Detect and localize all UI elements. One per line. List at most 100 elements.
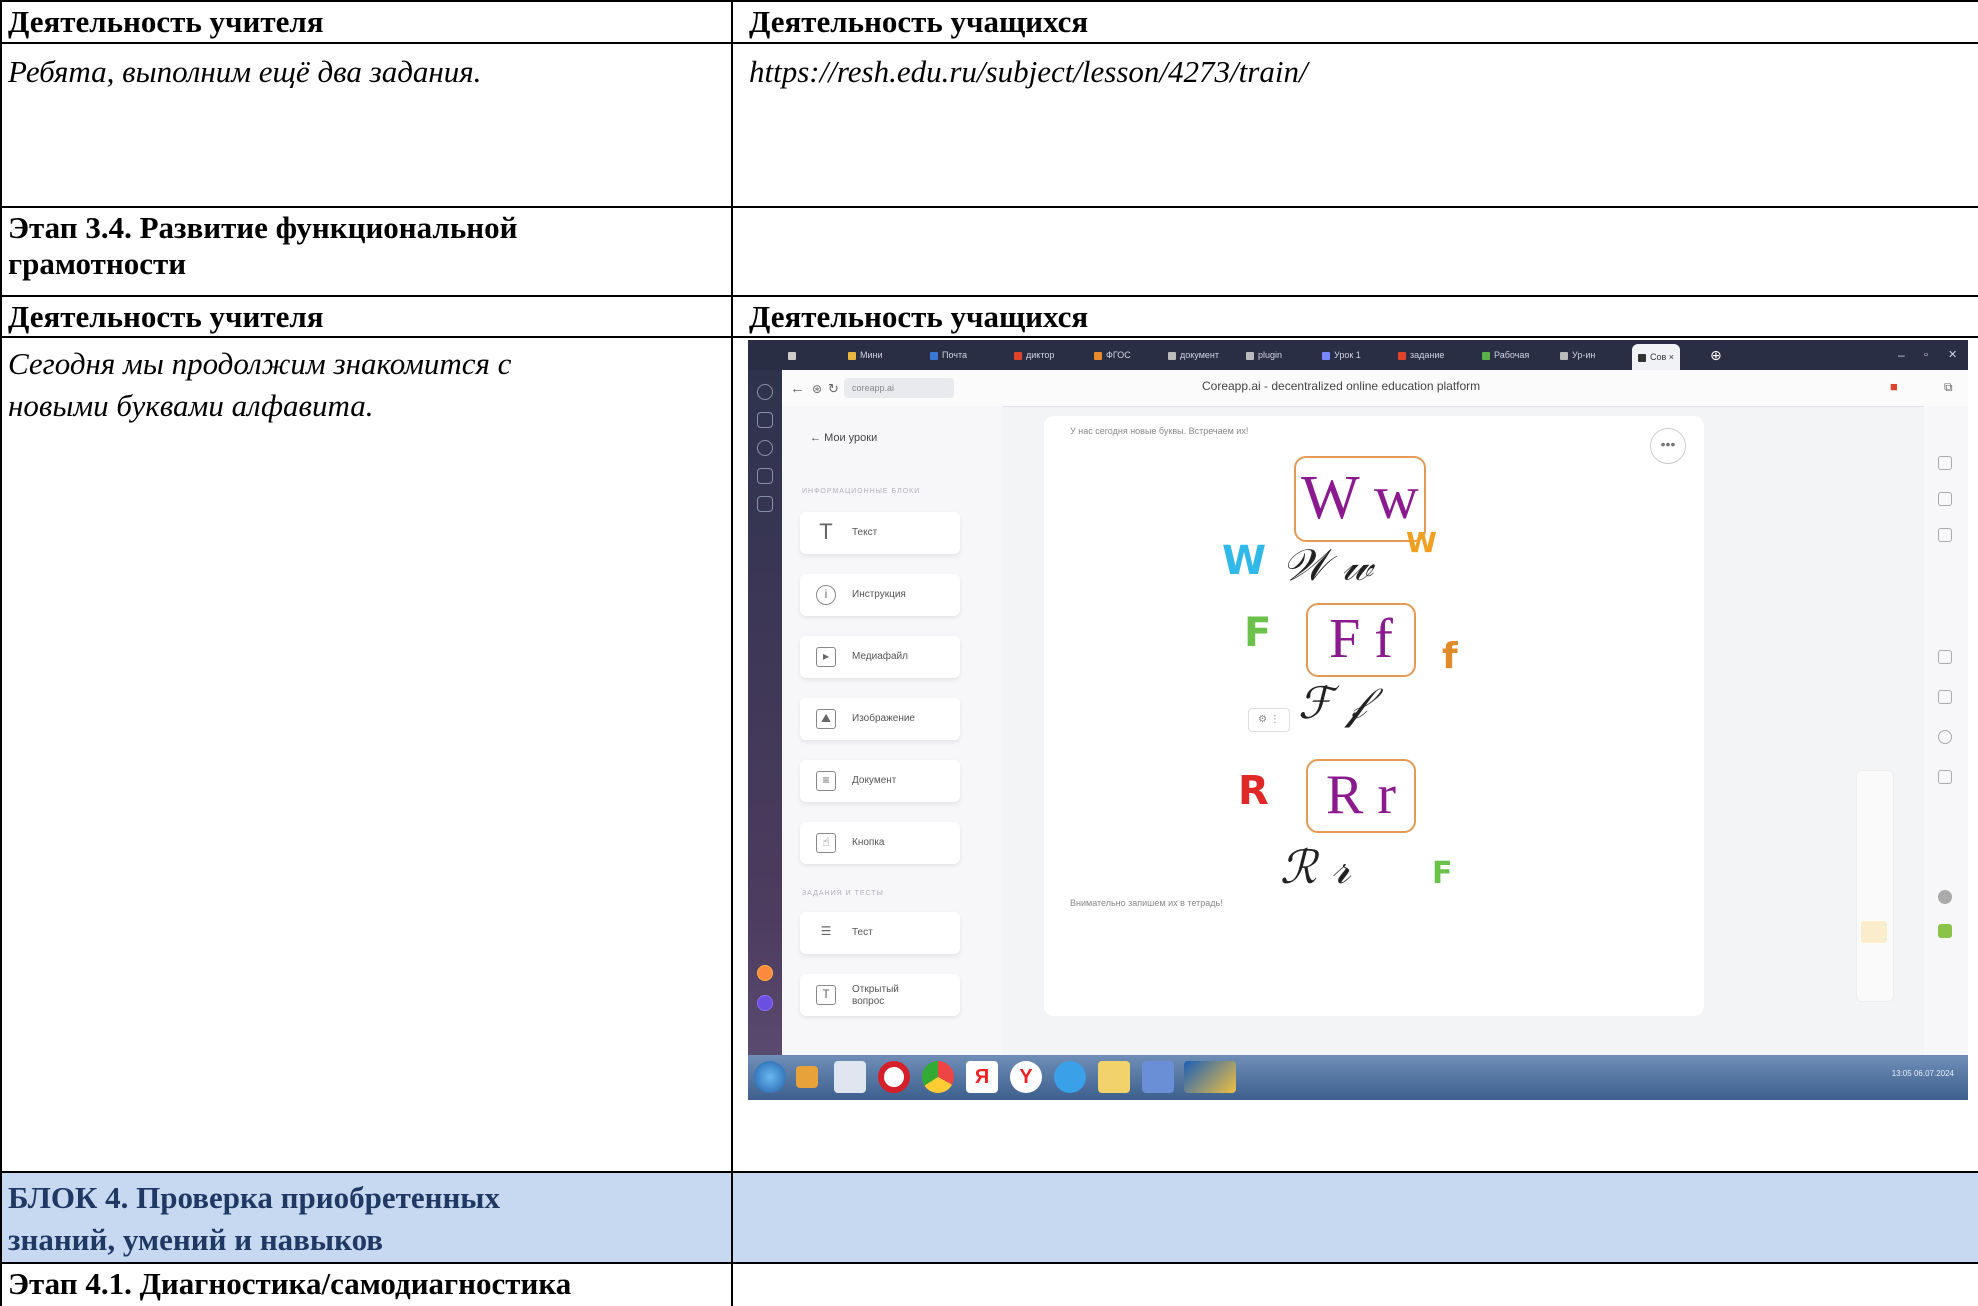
close-window-icon[interactable]: ✕	[1948, 345, 1957, 365]
window-icon[interactable]	[757, 496, 773, 512]
stage-title-line: грамотности	[8, 246, 187, 281]
share-icon[interactable]	[1938, 492, 1952, 506]
app-icon[interactable]	[1938, 924, 1952, 938]
new-tab-plus-icon[interactable]: ⊕	[1710, 345, 1722, 365]
row-divider	[0, 336, 1978, 338]
tab-favicon-icon	[1560, 351, 1568, 360]
restore-icon[interactable]: ▫	[1924, 345, 1928, 365]
row-divider	[0, 295, 1978, 297]
script-letters-f: ℱ 𝒻	[1298, 678, 1367, 729]
section-info-heading: ИНФОРМАЦИОННЫЕ БЛОКИ	[802, 488, 921, 495]
browser-tab[interactable]: Почта	[930, 345, 967, 365]
app-icon[interactable]	[1184, 1061, 1236, 1093]
bookmark-icon[interactable]: ■	[1890, 379, 1898, 394]
my-lessons-link[interactable]: ← Мои уроки	[810, 432, 877, 444]
intro-text: У нас сегодня новые буквы. Встречаем их!	[1070, 426, 1249, 436]
browser-tab[interactable]: диктор	[1014, 345, 1054, 365]
block-document[interactable]: ≡ Документ	[800, 760, 960, 802]
right-toolbar	[1924, 406, 1968, 1055]
block-label: Тест	[852, 927, 873, 938]
lesson-link[interactable]: https://resh.edu.ru/subject/lesson/4273/…	[743, 54, 1308, 90]
reload-icon[interactable]: ↻	[828, 381, 839, 397]
letter-card-r: R r	[1306, 759, 1416, 833]
browser-tab[interactable]: ФГОС	[1094, 345, 1131, 365]
header-teacher-activity: Деятельность учителя	[8, 299, 324, 334]
dots-icon[interactable]	[1938, 650, 1952, 664]
browser-tab[interactable]: Урок 1	[1322, 345, 1361, 365]
opera-icon[interactable]	[878, 1061, 910, 1093]
collections-icon[interactable]	[757, 412, 773, 428]
script-letters-w: 𝒲 𝓌	[1282, 540, 1373, 591]
more-options-icon[interactable]: •••	[1650, 428, 1686, 464]
back-arrow-icon[interactable]: ←	[790, 380, 805, 397]
sticker-letter: F	[1244, 610, 1272, 656]
block-text[interactable]: T Текст	[800, 512, 960, 554]
app-icon[interactable]	[1142, 1061, 1174, 1093]
tab-label: Сов	[1650, 352, 1667, 362]
block-test[interactable]: ☰ Тест	[800, 912, 960, 954]
tab-label: Мини	[860, 350, 883, 360]
help-icon[interactable]	[1938, 890, 1952, 904]
app-icon[interactable]	[757, 965, 773, 981]
block-4-bg	[733, 1173, 1978, 1262]
tab-label: задание	[1410, 350, 1445, 360]
stage-title-line: Этап 3.4. Развитие функциональной	[8, 210, 518, 245]
tab-label: Урок 1	[1334, 350, 1361, 360]
browser-tab[interactable]: задание	[1398, 345, 1444, 365]
browser-tab[interactable]: plugin	[1246, 345, 1282, 365]
sticker-letter: R	[1238, 768, 1269, 814]
file-explorer-icon[interactable]	[834, 1061, 866, 1093]
block-instruction[interactable]: i Инструкция	[800, 574, 960, 616]
play-icon[interactable]	[1938, 690, 1952, 704]
browser-tab[interactable]: Ур-ин	[1560, 345, 1595, 365]
extensions-icon[interactable]: ⧉	[1944, 380, 1953, 395]
my-lessons-label: Мои уроки	[824, 432, 878, 444]
play-icon[interactable]	[757, 440, 773, 456]
block-image[interactable]: ⛰ Изображение	[800, 698, 960, 740]
table-border-left	[0, 0, 2, 1306]
block-media[interactable]: ▸ Медиафайл	[800, 636, 960, 678]
script-letters-r: ℛ 𝓇	[1280, 840, 1351, 894]
app-icon[interactable]	[757, 995, 773, 1011]
archive-icon[interactable]	[1938, 770, 1952, 784]
block-toolbar-icon[interactable]: ⚙ ⋮	[1248, 708, 1290, 732]
text-icon: T	[819, 519, 833, 544]
browser-tab[interactable]	[788, 345, 800, 365]
calendar-icon[interactable]	[757, 468, 773, 484]
grid-icon[interactable]	[1938, 528, 1952, 542]
block-palette: ← Мои уроки ИНФОРМАЦИОННЫЕ БЛОКИ T Текст …	[782, 406, 1002, 1055]
browser-tab[interactable]: Рабочая	[1482, 345, 1529, 365]
block-open-question[interactable]: T Открытый вопрос	[800, 974, 960, 1016]
block-title-line: БЛОК 4. Проверка приобретенных	[8, 1180, 501, 1215]
tab-favicon-icon	[1482, 351, 1490, 360]
folder-icon[interactable]	[1098, 1061, 1130, 1093]
browser-tab[interactable]: Мини	[848, 345, 883, 365]
tab-label: Ур-ин	[1572, 350, 1596, 360]
history-icon[interactable]	[757, 384, 773, 400]
shield-icon[interactable]: ⊛	[812, 382, 822, 396]
tab-favicon-icon	[1322, 351, 1330, 360]
footer-text: Внимательно запишем их в тетрадь!	[1070, 898, 1223, 908]
settings-icon[interactable]	[1938, 730, 1952, 744]
block-label: Изображение	[852, 713, 915, 724]
active-slide-thumb[interactable]	[1861, 921, 1887, 943]
minimize-icon[interactable]: –	[1898, 345, 1905, 365]
sticker-letter: f	[1442, 636, 1458, 677]
browser-tab[interactable]: документ	[1168, 345, 1219, 365]
system-tray: 13:05 06.07.2024	[1892, 1069, 1954, 1078]
yandex-icon[interactable]: Я	[966, 1061, 998, 1093]
block-button[interactable]: ☝ Кнопка	[800, 822, 960, 864]
media-player-icon[interactable]	[796, 1066, 818, 1088]
document-table: Деятельность учителя Деятельность учащих…	[0, 0, 1978, 1306]
windows-taskbar: Я Y 13:05 06.07.2024	[748, 1055, 1968, 1100]
tab-label: Рабочая	[1494, 350, 1530, 360]
ie-icon[interactable]	[1054, 1061, 1086, 1093]
upload-icon[interactable]	[1938, 456, 1952, 470]
url-field[interactable]: coreapp.ai	[844, 378, 954, 398]
chrome-icon[interactable]	[922, 1061, 954, 1093]
yandex-browser-icon[interactable]: Y	[1010, 1061, 1042, 1093]
slides-strip[interactable]	[1856, 770, 1894, 1002]
tab-favicon-icon	[788, 351, 796, 360]
start-button-icon[interactable]	[754, 1061, 786, 1093]
browser-tab-active[interactable]: Сов ×	[1632, 344, 1681, 370]
